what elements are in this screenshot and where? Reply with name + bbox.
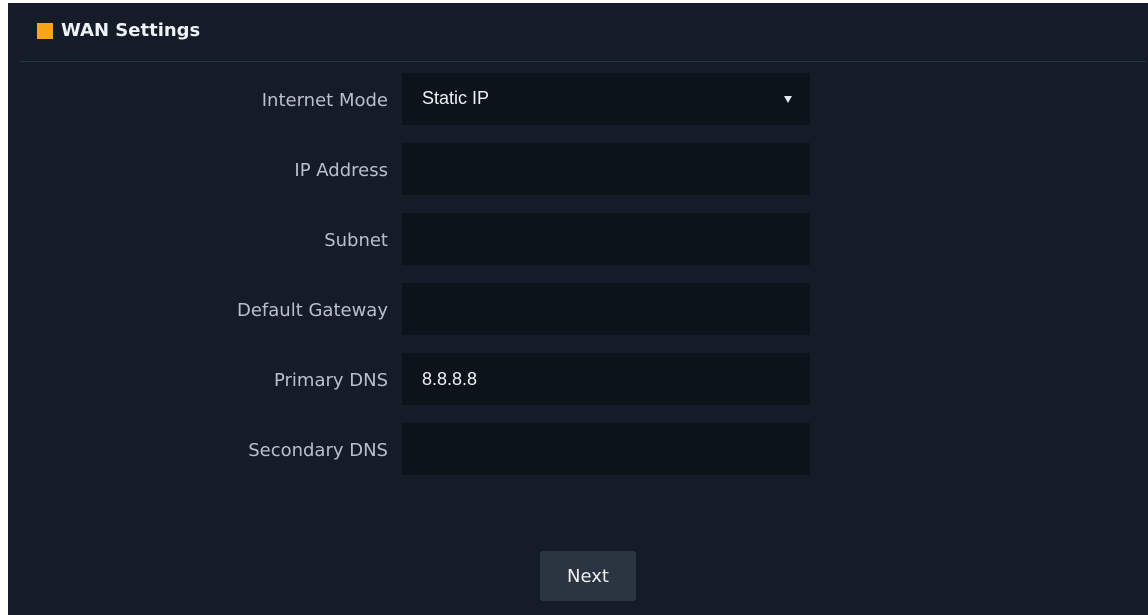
- internet-mode-select[interactable]: Static IP: [402, 73, 810, 125]
- subnet-input[interactable]: [402, 213, 810, 265]
- default-gateway-input[interactable]: [402, 283, 810, 335]
- wan-settings-panel: WAN Settings Internet Mode Static IP IP …: [8, 3, 1148, 615]
- subnet-label: Subnet: [324, 230, 388, 251]
- ip-address-input[interactable]: [402, 143, 810, 195]
- ip-address-label: IP Address: [294, 160, 388, 181]
- default-gateway-label: Default Gateway: [236, 300, 388, 321]
- section-marker-icon: [37, 23, 53, 39]
- next-button[interactable]: Next: [540, 551, 636, 601]
- dropdown-arrow-icon: [784, 96, 792, 103]
- panel-header: WAN Settings: [8, 3, 1148, 61]
- secondary-dns-input[interactable]: [402, 423, 810, 475]
- header-divider: [20, 61, 1146, 62]
- secondary-dns-label: Secondary DNS: [248, 440, 388, 461]
- panel-title: WAN Settings: [61, 20, 201, 41]
- primary-dns-input[interactable]: [402, 353, 810, 405]
- internet-mode-label: Internet Mode: [261, 90, 388, 111]
- primary-dns-label: Primary DNS: [273, 370, 388, 391]
- internet-mode-value: Static IP: [422, 88, 490, 108]
